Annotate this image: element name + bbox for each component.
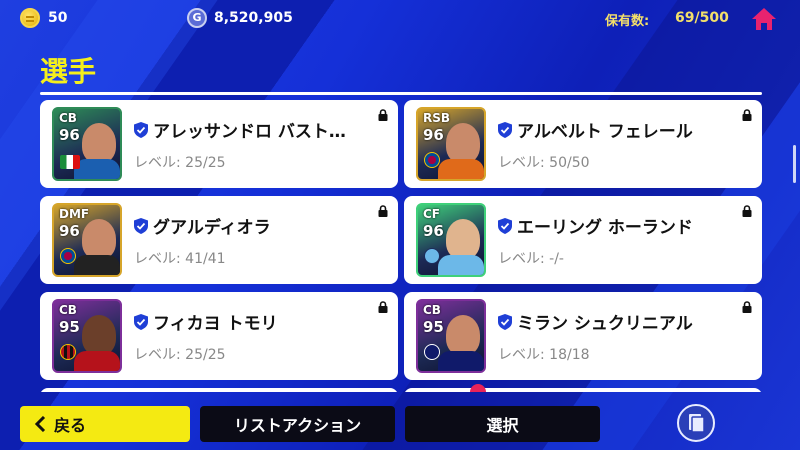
club-badge-icon	[424, 248, 440, 264]
player-face	[82, 219, 116, 259]
scrollbar[interactable]	[793, 145, 796, 183]
player-face	[446, 123, 480, 163]
hold-count-value: 69/500	[675, 10, 729, 26]
coin-balance: 50	[48, 10, 68, 26]
shield-icon	[498, 122, 512, 138]
player-level: レベル: 25/25	[134, 347, 226, 363]
player-shirt	[74, 351, 120, 371]
player-shirt	[438, 351, 484, 371]
shield-icon	[134, 218, 148, 234]
lock-icon	[742, 301, 752, 313]
player-rating: 96	[59, 126, 80, 144]
player-thumbnail: CB 95	[416, 299, 486, 373]
player-face	[446, 315, 480, 355]
player-thumbnail: CF 96	[416, 203, 486, 277]
player-position: RSB	[423, 111, 451, 125]
top-bar: 50 G 8,520,905 保有数: 69/500	[0, 0, 800, 38]
player-rating: 96	[423, 222, 444, 240]
shield-icon	[134, 314, 148, 330]
player-name: エーリング ホーランド	[517, 218, 693, 238]
player-face	[82, 123, 116, 163]
player-card[interactable]: CB 95 ミラン シュクリニアル レベル: 18/18	[404, 292, 762, 380]
gp-balance: 8,520,905	[214, 10, 293, 26]
player-card[interactable]: CF 96 エーリング ホーランド レベル: -/-	[404, 196, 762, 284]
player-name: グアルディオラ	[153, 218, 271, 238]
select-button[interactable]: 選択	[405, 406, 600, 442]
club-badge-icon	[424, 152, 440, 168]
player-level: レベル: 50/50	[498, 155, 590, 171]
chevron-left-icon	[34, 416, 46, 432]
book-icon	[689, 414, 705, 433]
shield-icon	[498, 218, 512, 234]
back-button[interactable]: 戻る	[20, 406, 190, 442]
player-card-partial[interactable]	[40, 388, 398, 392]
lock-icon	[742, 109, 752, 121]
player-level: レベル: 41/41	[134, 251, 226, 267]
player-position: DMF	[59, 207, 90, 221]
player-name: アレッサンドロ バスト…	[153, 122, 346, 142]
club-badge-icon	[60, 248, 76, 264]
lock-icon	[378, 301, 388, 313]
player-thumbnail: CB 96	[52, 107, 122, 181]
player-name: アルベルト フェレール	[517, 122, 693, 142]
player-shirt	[438, 255, 484, 275]
player-list[interactable]: CB 96 アレッサンドロ バスト… レベル: 25/25 RSB 96 アルベ…	[40, 92, 762, 392]
player-level: レベル: 25/25	[134, 155, 226, 171]
player-level: レベル: -/-	[498, 251, 564, 267]
player-thumbnail: DMF 96	[52, 203, 122, 277]
club-badge-icon	[424, 344, 440, 360]
back-button-label: 戻る	[54, 416, 87, 435]
player-thumbnail: CB 95	[52, 299, 122, 373]
select-label: 選択	[486, 416, 519, 435]
new-badge-icon	[470, 384, 486, 392]
player-face	[446, 219, 480, 259]
player-card[interactable]: CB 95 フィカヨ トモリ レベル: 25/25	[40, 292, 398, 380]
player-name: ミラン シュクリニアル	[517, 314, 693, 334]
player-name: フィカヨ トモリ	[153, 314, 278, 334]
player-card[interactable]: RSB 96 アルベルト フェレール レベル: 50/50	[404, 100, 762, 188]
list-action-button[interactable]: リストアクション	[200, 406, 395, 442]
flag-icon	[60, 155, 80, 169]
player-thumbnail: RSB 96	[416, 107, 486, 181]
player-shirt	[74, 255, 120, 275]
list-action-label: リストアクション	[233, 416, 362, 435]
player-shirt	[438, 159, 484, 179]
player-card-partial[interactable]	[404, 384, 762, 392]
player-position: CF	[423, 207, 441, 221]
lock-icon	[378, 109, 388, 121]
coin-icon	[20, 8, 40, 28]
player-rating: 96	[59, 222, 80, 240]
book-button[interactable]	[677, 404, 715, 442]
player-card[interactable]: CB 96 アレッサンドロ バスト… レベル: 25/25	[40, 100, 398, 188]
player-shirt	[74, 159, 120, 179]
shield-icon	[498, 314, 512, 330]
lock-icon	[742, 205, 752, 217]
player-rating: 96	[423, 126, 444, 144]
player-position: CB	[423, 303, 441, 317]
lock-icon	[378, 205, 388, 217]
bottom-bar: 戻る リストアクション 選択	[0, 396, 800, 450]
player-position: CB	[59, 303, 77, 317]
player-rating: 95	[59, 318, 80, 336]
hold-count-label: 保有数:	[605, 14, 650, 29]
home-icon[interactable]	[751, 7, 777, 31]
shield-icon	[134, 122, 148, 138]
gp-icon: G	[187, 8, 207, 28]
player-rating: 95	[423, 318, 444, 336]
player-card[interactable]: DMF 96 グアルディオラ レベル: 41/41	[40, 196, 398, 284]
player-level: レベル: 18/18	[498, 347, 590, 363]
player-position: CB	[59, 111, 77, 125]
player-face	[82, 315, 116, 355]
page-title: 選手	[40, 55, 97, 88]
club-badge-icon	[60, 344, 76, 360]
